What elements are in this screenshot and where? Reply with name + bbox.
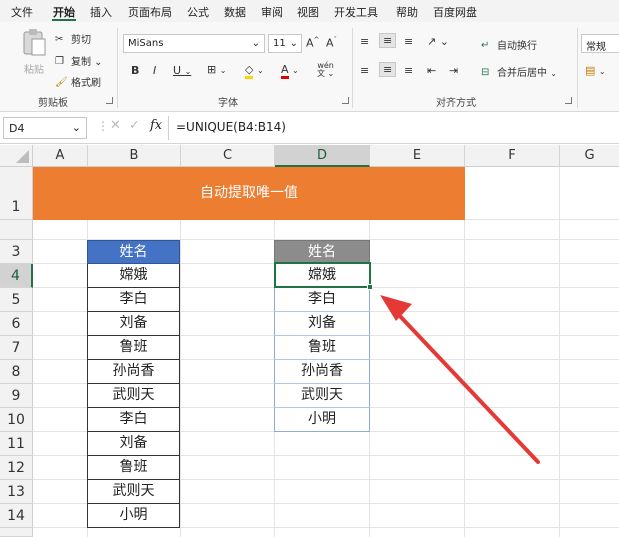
annotation-arrow-icon (380, 295, 540, 464)
